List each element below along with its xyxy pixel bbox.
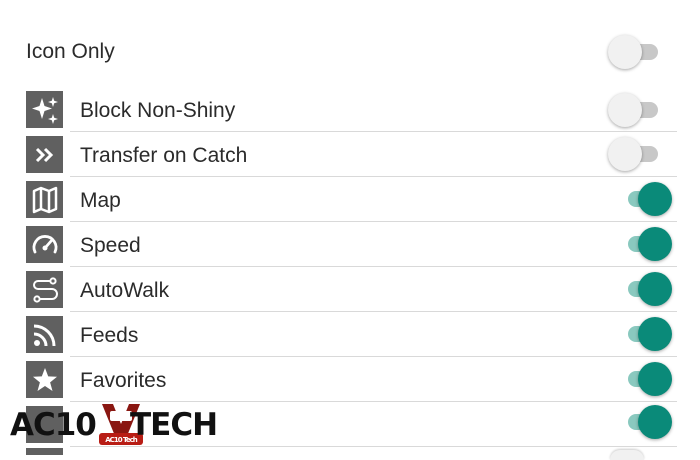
- autowalk-toggle[interactable]: [620, 271, 672, 307]
- speed-toggle[interactable]: [620, 226, 672, 262]
- toggle-thumb: [608, 93, 642, 127]
- watermark-right-text: TECH: [130, 407, 218, 443]
- icon-only-toggle[interactable]: [608, 34, 660, 70]
- setting-label: Transfer on Catch: [80, 144, 248, 167]
- watermark-left-text: AC10: [10, 407, 97, 443]
- setting-row-favorites[interactable]: Favorites: [0, 357, 700, 401]
- setting-row-map[interactable]: Map: [0, 177, 700, 221]
- rss-feed-icon: [26, 316, 63, 353]
- toggle-thumb: [608, 137, 642, 171]
- icon-only-label: Icon Only: [26, 40, 115, 63]
- transfer-on-catch-toggle[interactable]: [608, 136, 660, 172]
- toggle-thumb: [638, 317, 672, 351]
- double-chevron-right-icon: [26, 136, 63, 173]
- toggle-thumb: [638, 227, 672, 261]
- setting-row-feeds[interactable]: Feeds: [0, 312, 700, 356]
- toggle-thumb: [638, 182, 672, 216]
- sparkles-icon: [26, 91, 63, 128]
- map-toggle[interactable]: [620, 181, 672, 217]
- setting-label: AutoWalk: [80, 279, 170, 302]
- favorites-toggle[interactable]: [620, 361, 672, 397]
- partial-toggle[interactable]: [620, 404, 672, 440]
- setting-label: Feeds: [80, 324, 139, 347]
- setting-row-transfer-on-catch[interactable]: Transfer on Catch: [0, 132, 700, 176]
- speedometer-icon: [26, 226, 63, 263]
- feeds-toggle[interactable]: [620, 316, 672, 352]
- toggle-thumb: [638, 405, 672, 439]
- route-icon: [26, 271, 63, 308]
- setting-row-autowalk[interactable]: AutoWalk: [0, 267, 700, 311]
- block-non-shiny-toggle[interactable]: [608, 92, 660, 128]
- setting-label: Favorites: [80, 369, 167, 392]
- toggle-thumb: [608, 35, 642, 69]
- setting-label: Map: [80, 189, 121, 212]
- next-toggle-hint: [610, 450, 644, 460]
- setting-row-speed[interactable]: Speed: [0, 222, 700, 266]
- divider: [70, 446, 677, 447]
- setting-label: Block Non-Shiny: [80, 99, 236, 122]
- map-icon: [26, 181, 63, 218]
- icon-only-row[interactable]: Icon Only: [0, 30, 700, 75]
- star-icon: [26, 361, 63, 398]
- setting-row-block-non-shiny[interactable]: Block Non-Shiny: [0, 87, 700, 131]
- next-row-icon: [26, 448, 63, 455]
- setting-label: Speed: [80, 234, 141, 257]
- toggle-thumb: [638, 362, 672, 396]
- toggle-thumb: [638, 272, 672, 306]
